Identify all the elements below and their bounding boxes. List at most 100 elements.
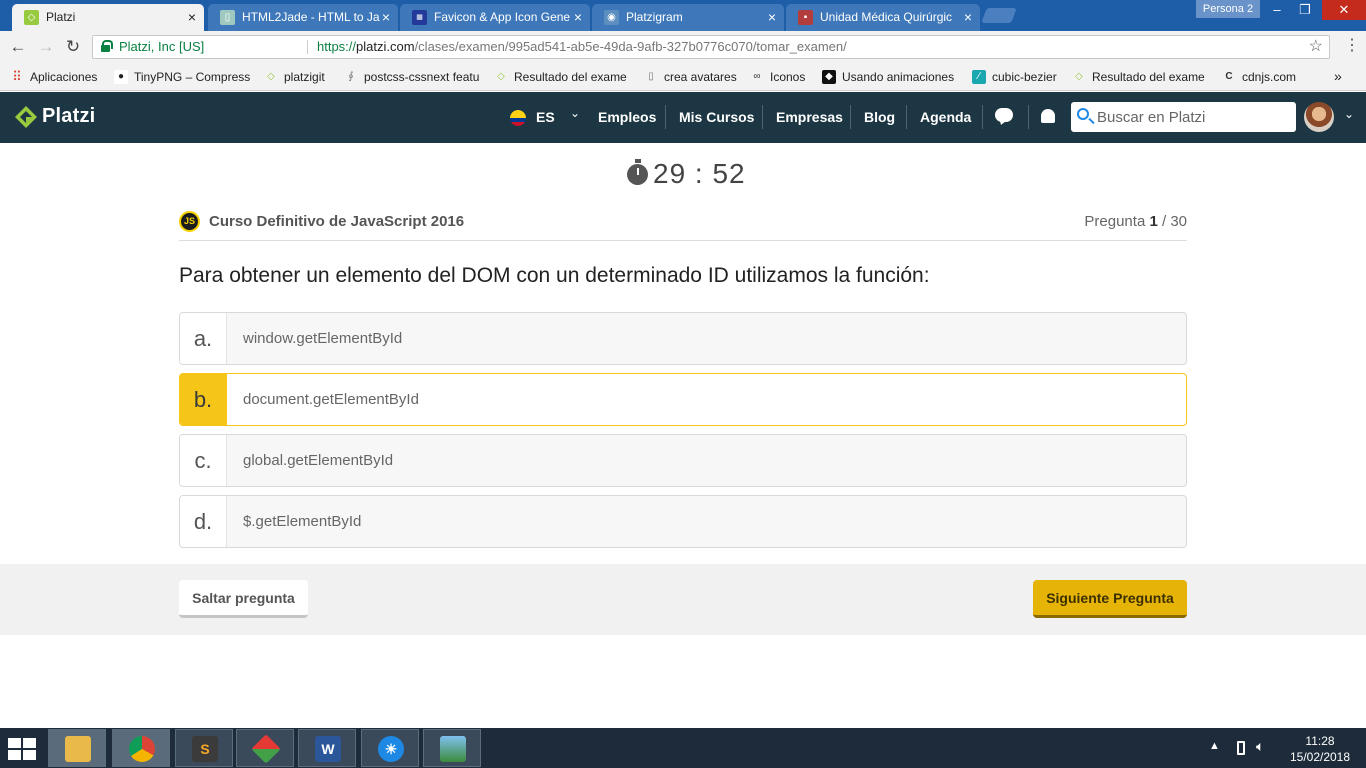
bookmark-postcss[interactable]: ∮ postcss-cssnext featu	[342, 68, 480, 86]
address-bar[interactable]: Platzi, Inc [US] https://platzi.com/clas…	[92, 35, 1330, 59]
clock-date[interactable]: 15/02/2018	[1284, 750, 1356, 764]
volume-icon[interactable]: 🔈︎	[1256, 738, 1264, 755]
bookmark-cubic-bezier[interactable]: ∕ cubic-bezier	[970, 68, 1064, 86]
nav-agenda[interactable]: Agenda	[920, 109, 971, 125]
tray-overflow-icon[interactable]: ▲	[1209, 740, 1220, 752]
url-path: /clases/examen/995ad541-ab5e-49da-9afb-3…	[414, 39, 847, 54]
kite-icon	[251, 734, 281, 764]
forward-arrow-icon[interactable]: →	[36, 37, 56, 57]
option-letter: c.	[180, 435, 227, 486]
bookmark-usando-animaciones[interactable]: ◆ Usando animaciones	[820, 68, 956, 86]
nav-empleos[interactable]: Empleos	[598, 109, 656, 125]
taskbar-brightness[interactable]: ☀	[361, 729, 419, 767]
bookmark-star-icon[interactable]: ☆	[1309, 36, 1323, 58]
battery-icon[interactable]	[1237, 741, 1245, 755]
taskbar-photos[interactable]	[423, 729, 481, 767]
question-total: / 30	[1157, 213, 1187, 230]
bookmark-cdnjs[interactable]: Ccdnjs.com	[1220, 68, 1300, 86]
back-arrow-icon[interactable]: ←	[8, 37, 28, 57]
chevron-down-icon[interactable]: ⌄	[570, 106, 580, 120]
option-text: $.getElementById	[243, 513, 362, 530]
bookmarks-overflow-button[interactable]: »	[1334, 68, 1342, 84]
option-text: global.getElementById	[243, 452, 394, 469]
chat-icon[interactable]	[995, 108, 1013, 122]
taskbar-kite[interactable]	[236, 729, 294, 767]
browser-tab-strip: ◇ Platzi × ▯ HTML2Jade - HTML to Ja × ▦ …	[0, 0, 1366, 31]
maximize-icon[interactable]: ❐	[1290, 0, 1320, 20]
minimize-icon[interactable]: –	[1262, 0, 1292, 20]
bookmark-crea-avatares[interactable]: ▯ crea avatares	[642, 68, 738, 86]
option-letter: d.	[180, 496, 227, 547]
profile-button[interactable]: Persona 2	[1196, 0, 1260, 18]
browser-menu-icon[interactable]: ⋮	[1344, 35, 1360, 55]
url-scheme: https://	[317, 39, 357, 54]
taskbar-word[interactable]: W	[298, 729, 356, 767]
answer-option-c[interactable]: c. global.getElementById	[179, 434, 1187, 487]
skip-question-button[interactable]: Saltar pregunta	[179, 580, 308, 618]
nav-empresas[interactable]: Empresas	[776, 109, 843, 125]
bookmark-label: platzigit	[284, 70, 325, 84]
tab-platzigram[interactable]: ◉ Platzigram ×	[592, 4, 784, 31]
tab-title: Unidad Médica Quirúrgic	[820, 10, 953, 24]
tab-html2jade[interactable]: ▯ HTML2Jade - HTML to Ja ×	[208, 4, 398, 31]
medical-icon: ▪	[798, 10, 813, 25]
next-question-button[interactable]: Siguiente Pregunta	[1033, 580, 1187, 618]
answer-option-d[interactable]: d. $.getElementById	[179, 495, 1187, 548]
close-icon[interactable]: ×	[188, 4, 196, 31]
bookmark-resultado-examen[interactable]: ◇ Resultado del exame	[492, 68, 628, 86]
bookmark-aplicaciones[interactable]: ⠿ Aplicaciones	[8, 68, 108, 86]
bookmarks-bar: ⠿ Aplicaciones ● TinyPNG – Compress ◇ platz…	[0, 63, 1366, 91]
page-icon: ▯	[648, 71, 654, 82]
clock-time[interactable]: 11:28	[1290, 734, 1350, 748]
notifications-bell-icon[interactable]	[1041, 109, 1055, 123]
bookmark-tinypng[interactable]: ● TinyPNG – Compress	[112, 68, 252, 86]
chevron-down-icon[interactable]: ⌄	[1344, 107, 1354, 121]
nav-blog[interactable]: Blog	[864, 109, 895, 125]
platzi-icon: ◇	[24, 10, 39, 25]
close-icon[interactable]: ×	[768, 4, 776, 31]
tab-unidad-medica[interactable]: ▪ Unidad Médica Quirúrgic ×	[786, 4, 980, 31]
new-tab-button[interactable]	[981, 8, 1017, 23]
platzi-icon: ◇	[1075, 71, 1083, 82]
colombia-flag-icon	[510, 110, 526, 126]
close-icon[interactable]: ×	[964, 4, 972, 31]
bookmark-label: Resultado del exame	[1092, 70, 1205, 84]
bookmark-iconos[interactable]: ∞ Iconos	[748, 68, 810, 86]
taskbar-file-explorer[interactable]	[48, 729, 106, 767]
brightness-icon: ☀	[378, 736, 404, 762]
taskbar-sublime-text[interactable]: S	[175, 729, 233, 767]
language-selector[interactable]: ES	[536, 109, 555, 125]
address-divider	[307, 40, 308, 54]
bookmark-resultado-examen-2[interactable]: ◇ Resultado del exame	[1070, 68, 1206, 86]
bookmark-label: postcss-cssnext featu	[364, 70, 480, 84]
platzi-search[interactable]	[1071, 102, 1296, 132]
option-text: window.getElementById	[243, 330, 403, 347]
nav-divider	[906, 105, 907, 129]
bookmark-label: cdnjs.com	[1242, 70, 1297, 84]
avatar[interactable]	[1304, 102, 1334, 132]
bookmark-platzigit[interactable]: ◇ platzigit	[262, 68, 336, 86]
close-icon[interactable]: ×	[574, 4, 582, 31]
taskbar-chrome[interactable]	[112, 729, 170, 767]
close-icon[interactable]: ×	[382, 4, 390, 31]
bookmark-label: Usando animaciones	[842, 70, 955, 84]
nav-mis-cursos[interactable]: Mis Cursos	[679, 109, 754, 125]
photos-icon	[440, 736, 466, 762]
answer-option-a[interactable]: a. window.getElementById	[179, 312, 1187, 365]
tab-platzi[interactable]: ◇ Platzi ×	[12, 4, 204, 31]
option-text: document.getElementById	[243, 391, 419, 408]
tab-favicon-generator[interactable]: ▦ Favicon & App Icon Gene ×	[400, 4, 590, 31]
search-input[interactable]	[1097, 106, 1287, 128]
question-counter-label: Pregunta	[1084, 213, 1146, 230]
reload-icon[interactable]: ↻	[63, 37, 83, 57]
option-letter: a.	[180, 313, 227, 364]
platzi-header: Platzi ES ⌄ Empleos Mis Cursos Empresas …	[0, 92, 1366, 143]
postcss-icon: ∮	[348, 71, 354, 82]
nav-divider	[850, 105, 851, 129]
close-window-icon[interactable]: ✕	[1322, 0, 1366, 20]
url-text[interactable]: https://platzi.com/clases/examen/995ad54…	[317, 36, 847, 58]
windows-start-icon[interactable]	[8, 738, 38, 760]
answer-option-b[interactable]: b. document.getElementById	[179, 373, 1187, 426]
bookmark-label: crea avatares	[664, 70, 737, 84]
tab-title: Favicon & App Icon Gene	[434, 10, 571, 24]
